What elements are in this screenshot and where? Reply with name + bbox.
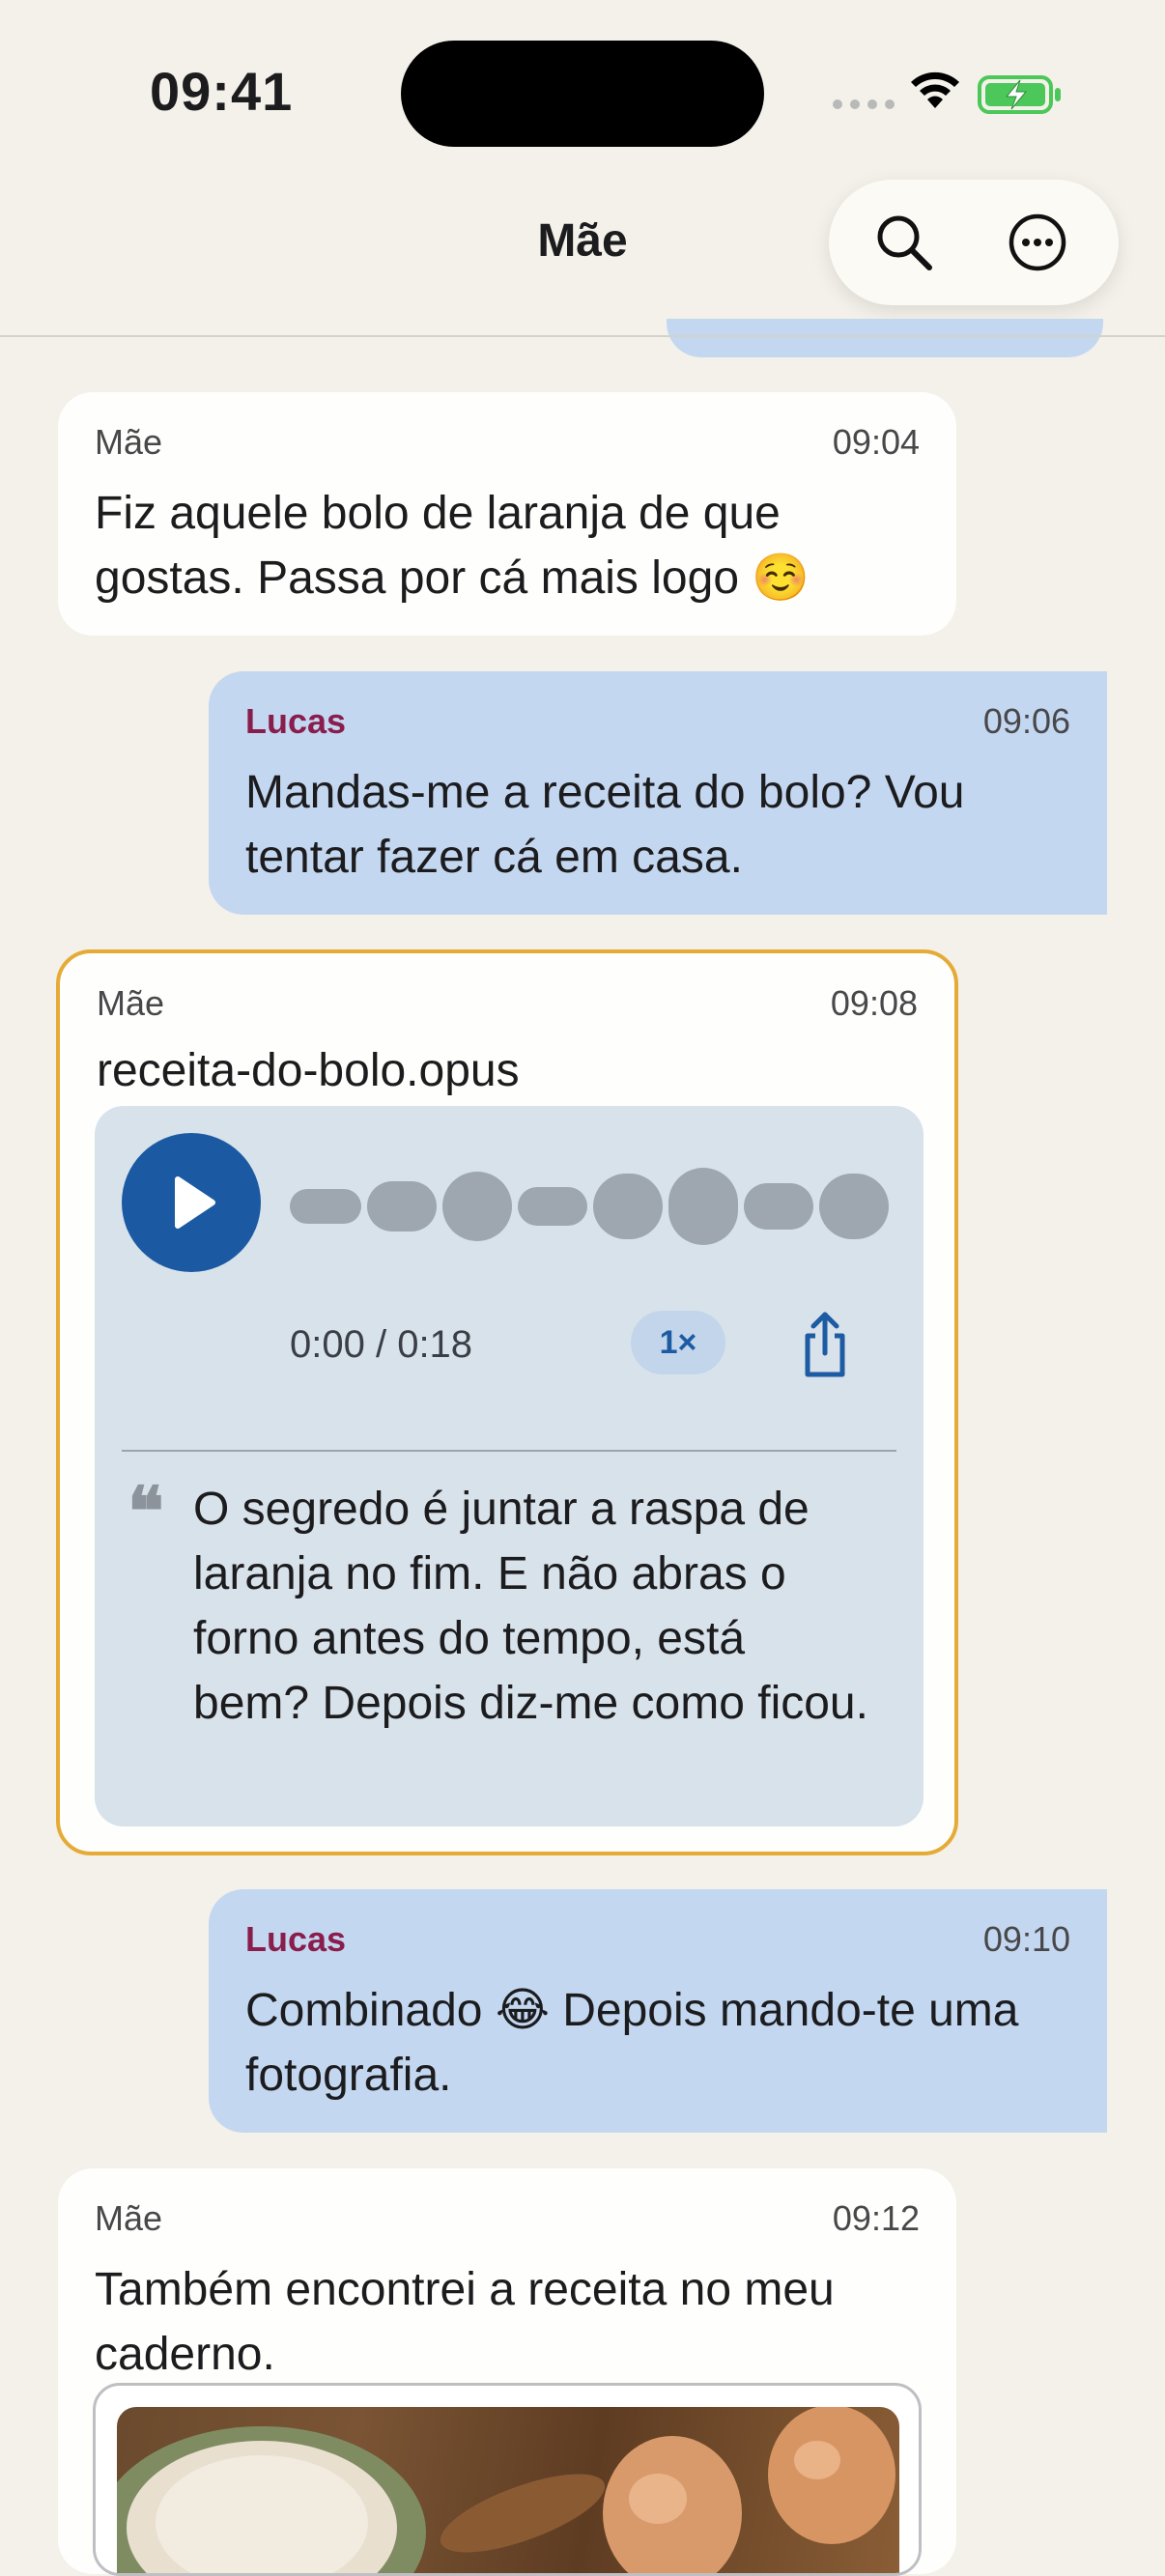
sender-name: Mãe [97, 983, 165, 1023]
audio-waveform[interactable] [290, 1168, 898, 1245]
image-attachment[interactable] [93, 2383, 922, 2576]
search-icon [877, 215, 932, 270]
more-options-button[interactable] [999, 204, 1076, 281]
message-text: Mandas-me a receita do bolo? Vou tentar … [245, 767, 965, 883]
message-bubble-incoming[interactable]: Mãe 09:04 Fiz aquele bolo de laranja de q… [58, 392, 956, 636]
playback-speed-button[interactable]: 1× [631, 1311, 725, 1374]
audio-file-name: receita-do-bolo.opus [97, 1045, 520, 1096]
header-divider [0, 335, 1165, 337]
quote-icon: ❝ [128, 1471, 164, 1551]
audio-time-label: 0:00 / 0:18 [290, 1323, 473, 1366]
message-text: Fiz aquele bolo de laranja de que gostas… [95, 488, 810, 604]
header-actions [829, 180, 1119, 305]
player-divider [122, 1450, 896, 1452]
share-icon [805, 1312, 845, 1377]
message-time: 09:04 [832, 422, 920, 462]
message-bubble-incoming[interactable]: Mãe 09:12 Também encontrei a receita no m… [58, 2168, 956, 2576]
share-button[interactable] [788, 1309, 862, 1382]
play-icon [175, 1176, 215, 1229]
message-bubble-outgoing[interactable]: Lucas 09:06 Mandas-me a receita do bolo? … [209, 671, 1107, 915]
message-text: Também encontrei a receita no meu cadern… [95, 2264, 835, 2380]
recipe-photo [117, 2407, 899, 2573]
more-options-icon [1009, 213, 1066, 271]
message-time: 09:12 [832, 2198, 920, 2238]
message-time: 09:10 [982, 1919, 1070, 1959]
previous-message-partial [667, 319, 1103, 357]
dynamic-island [401, 41, 764, 147]
battery-charging-icon [978, 75, 1061, 114]
play-button[interactable] [122, 1133, 261, 1272]
photo-illustration [117, 2407, 895, 2573]
audio-player: 0:00 / 0:18 1× ❝ O segredo é juntar a ra… [95, 1106, 923, 1826]
voice-message-bubble[interactable]: Mãe 09:08 receita-do-bolo.opus 0:00 / 0:1… [56, 949, 958, 1855]
sender-name: Lucas [245, 1919, 347, 1959]
status-time: 09:41 [150, 61, 294, 122]
audio-transcript: O segredo é juntar a raspa de laranja no… [193, 1484, 868, 1729]
sender-name: Mãe [95, 2198, 163, 2238]
sender-name: Lucas [245, 701, 347, 741]
sender-name: Mãe [95, 422, 163, 462]
message-bubble-outgoing[interactable]: Lucas 09:10 Combinado 😂 Depois mando-te u… [209, 1889, 1107, 2133]
search-button[interactable] [866, 204, 943, 281]
message-text: Combinado 😂 Depois mando-te uma fotograf… [245, 1985, 1019, 2101]
message-time: 09:06 [982, 701, 1070, 741]
wifi-icon [911, 71, 959, 108]
cellular-signal-icon [833, 99, 895, 109]
message-time: 09:08 [830, 983, 918, 1023]
